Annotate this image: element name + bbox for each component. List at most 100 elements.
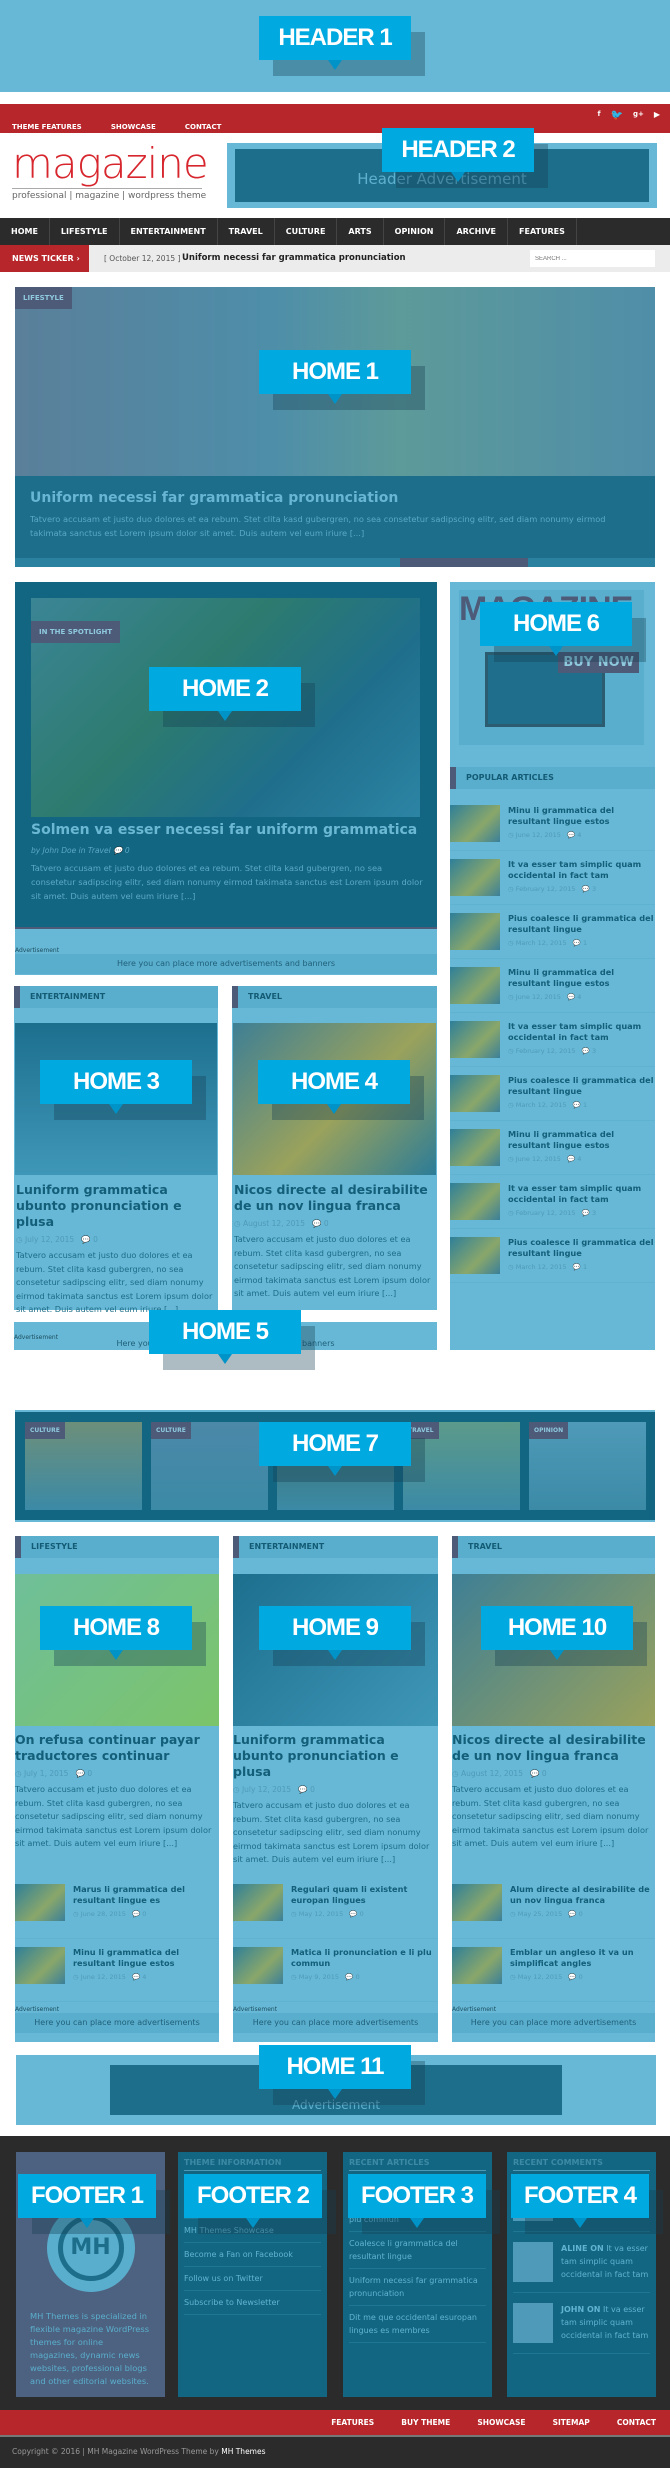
article-title[interactable]: Minu li grammatica del resultant lingue …	[508, 805, 655, 827]
nav-opinion[interactable]: OPINION	[384, 218, 446, 245]
footer-link[interactable]: Follow us on Twitter	[184, 2267, 321, 2291]
list-item[interactable]: Minu li grammatica del resultant lingue …	[450, 959, 655, 1013]
article-title[interactable]: Minu li grammatica del resultant lingue …	[508, 1129, 655, 1151]
list-item[interactable]: Emblar un angleso it va un simplificat a…	[452, 1939, 655, 2002]
ad-banner[interactable]: Here you can place more advertisements	[15, 2013, 219, 2033]
site-logo[interactable]: magazine professional | magazine | wordp…	[12, 140, 209, 201]
comment-count: 0	[142, 1910, 147, 1918]
footer-link-sitemap[interactable]: SITEMAP	[553, 2418, 590, 2427]
footer-article-link[interactable]: Uniform necessi far grammatica pronuncia…	[349, 2269, 486, 2306]
spotlight-excerpt: Tatvero accusam et justo duo dolores et …	[31, 863, 423, 901]
carousel-item[interactable]: OPINION	[529, 1422, 646, 1510]
widget-title: LIFESTYLE	[15, 1536, 219, 1558]
slide-title[interactable]: Uniform necessi far grammatica pronuncia…	[30, 490, 640, 506]
footer-link[interactable]: Become a Fan on Facebook	[184, 2243, 321, 2267]
thumbnail[interactable]	[450, 913, 500, 950]
list-item[interactable]: Pius coalesce li grammatica del resultan…	[450, 1067, 655, 1121]
search-input[interactable]	[530, 250, 655, 267]
widget-title: ENTERTAINMENT	[233, 1536, 438, 1558]
list-item[interactable]: Regulari quam li existent europan lingue…	[233, 1876, 438, 1939]
nav-home[interactable]: HOME	[0, 218, 50, 245]
ad-banner[interactable]: Here you can place more advertisements a…	[15, 954, 437, 974]
list-item[interactable]: Minu li grammatica del resultant lingue …	[450, 1121, 655, 1175]
article-title[interactable]: It va esser tam simplic quam occidental …	[508, 859, 655, 881]
article-title[interactable]: Pius coalesce li grammatica del resultan…	[508, 1075, 655, 1097]
carousel-item[interactable]: CULTURE	[151, 1422, 268, 1510]
footer-link-features[interactable]: FEATURES	[331, 2418, 374, 2427]
home-1-slider[interactable]: LIFESTYLE Uniform necessi far grammatica…	[15, 287, 655, 567]
list-item[interactable]: Minu li grammatica del resultant lingue …	[450, 797, 655, 851]
list-item[interactable]: It va esser tam simplic quam occidental …	[450, 1175, 655, 1229]
comment-count: 4	[577, 1155, 582, 1163]
buy-now-button[interactable]: BUY NOW	[558, 652, 639, 673]
footer-article-link[interactable]: Coalesce li grammatica del resultant lin…	[349, 2232, 486, 2269]
facebook-icon[interactable]: f	[597, 110, 600, 121]
twitter-icon[interactable]: 🐦	[611, 110, 623, 121]
ticker-headline[interactable]: Uniform necessi far grammatica pronuncia…	[182, 253, 406, 263]
article-title[interactable]: Pius coalesce li grammatica del resultan…	[508, 913, 655, 935]
post-title[interactable]: Nicos directe al desirabilite de un nov …	[452, 1732, 655, 1764]
footer-link-showcase[interactable]: SHOWCASE	[477, 2418, 525, 2427]
footer-link-buy-theme[interactable]: BUY THEME	[401, 2418, 450, 2427]
article-date: June 12, 2015	[515, 831, 561, 839]
list-item[interactable]: It va esser tam simplic quam occidental …	[450, 851, 655, 905]
top-link-contact[interactable]: CONTACT	[185, 123, 222, 131]
post-title[interactable]: Nicos directe al desirabilite de un nov …	[234, 1182, 434, 1214]
thumbnail[interactable]	[450, 1183, 500, 1220]
article-title[interactable]: It va esser tam simplic quam occidental …	[508, 1021, 655, 1043]
comment-count: 4	[577, 993, 582, 1001]
comment-icon: 💬	[298, 1785, 308, 1794]
top-link-theme-features[interactable]: THEME FEATURES	[12, 123, 82, 131]
comment-icon: 💬	[572, 939, 581, 947]
thumbnail[interactable]	[450, 1129, 500, 1166]
comment-count: 0	[87, 1769, 93, 1778]
post-title[interactable]: On refusa continuar payar traductores co…	[15, 1732, 219, 1764]
nav-culture[interactable]: CULTURE	[275, 218, 338, 245]
copyright-brand-link[interactable]: MH Themes	[221, 2447, 265, 2456]
post-title[interactable]: Luniform grammatica ubunto pronunciation…	[16, 1182, 216, 1230]
home-3-label: HOME 3	[40, 1060, 192, 1114]
post-title[interactable]: Luniform grammatica ubunto pronunciation…	[233, 1732, 438, 1780]
nav-features[interactable]: FEATURES	[508, 218, 577, 245]
youtube-icon[interactable]: ▶	[654, 110, 660, 121]
list-item[interactable]: Alum directe al desirabilite de un nov l…	[452, 1876, 655, 1939]
thumbnail[interactable]	[450, 859, 500, 896]
article-title[interactable]: Minu li grammatica del resultant lingue …	[508, 967, 655, 989]
home-11-label: HOME 11	[259, 2045, 411, 2099]
carousel-item[interactable]: TRAVEL	[403, 1422, 520, 1510]
ticker-label: NEWS TICKER ›	[0, 245, 89, 272]
nav-archive[interactable]: ARCHIVE	[445, 218, 509, 245]
article-title[interactable]: It va esser tam simplic quam occidental …	[508, 1183, 655, 1205]
article-date: June 12, 2015	[515, 1155, 561, 1163]
nav-lifestyle[interactable]: LIFESTYLE	[50, 218, 120, 245]
ad-banner[interactable]: Here you can place more advertisements	[233, 2013, 438, 2033]
list-item[interactable]: Matica li pronunciation e li plu commun ◷…	[233, 1939, 438, 2002]
footer-article-link[interactable]: Dit me que occidental esuropan lingues e…	[349, 2306, 486, 2343]
thumbnail[interactable]	[450, 1021, 500, 1058]
ad-banner[interactable]: Here you can place more advertisements	[452, 2013, 655, 2033]
article-date: February 12, 2015	[515, 1047, 576, 1055]
carousel-item[interactable]: CULTURE	[25, 1422, 142, 1510]
comment-item[interactable]: JOHN ON It va esser tam simplic quam occ…	[513, 2293, 650, 2354]
footer-link-contact[interactable]: CONTACT	[617, 2418, 656, 2427]
thumbnail[interactable]	[450, 967, 500, 1004]
top-link-showcase[interactable]: SHOWCASE	[111, 123, 156, 131]
slider-pager[interactable]	[15, 558, 655, 567]
google-plus-icon[interactable]: g+	[633, 110, 644, 121]
list-item[interactable]: It va esser tam simplic quam occidental …	[450, 1013, 655, 1067]
list-item[interactable]: Pius coalesce li grammatica del resultan…	[450, 1229, 655, 1283]
thumbnail[interactable]	[450, 1237, 500, 1274]
list-item[interactable]: Minu li grammatica del resultant lingue …	[15, 1939, 219, 2002]
list-item[interactable]: Pius coalesce li grammatica del resultan…	[450, 905, 655, 959]
comment-item[interactable]: ALINE ON It va esser tam simplic quam oc…	[513, 2232, 650, 2293]
spotlight-title[interactable]: Solmen va esser necessi far uniform gram…	[31, 822, 426, 838]
nav-entertainment[interactable]: ENTERTAINMENT	[120, 218, 218, 245]
footer-link[interactable]: Subscribe to Newsletter	[184, 2291, 321, 2315]
thumbnail[interactable]	[450, 805, 500, 842]
thumbnail[interactable]	[450, 1075, 500, 1112]
nav-travel[interactable]: TRAVEL	[218, 218, 275, 245]
list-item[interactable]: Marus li grammatica del resultant lingue…	[15, 1876, 219, 1939]
comment-count: 0	[124, 846, 130, 855]
article-title[interactable]: Pius coalesce li grammatica del resultan…	[508, 1237, 655, 1259]
nav-arts[interactable]: ARTS	[337, 218, 384, 245]
